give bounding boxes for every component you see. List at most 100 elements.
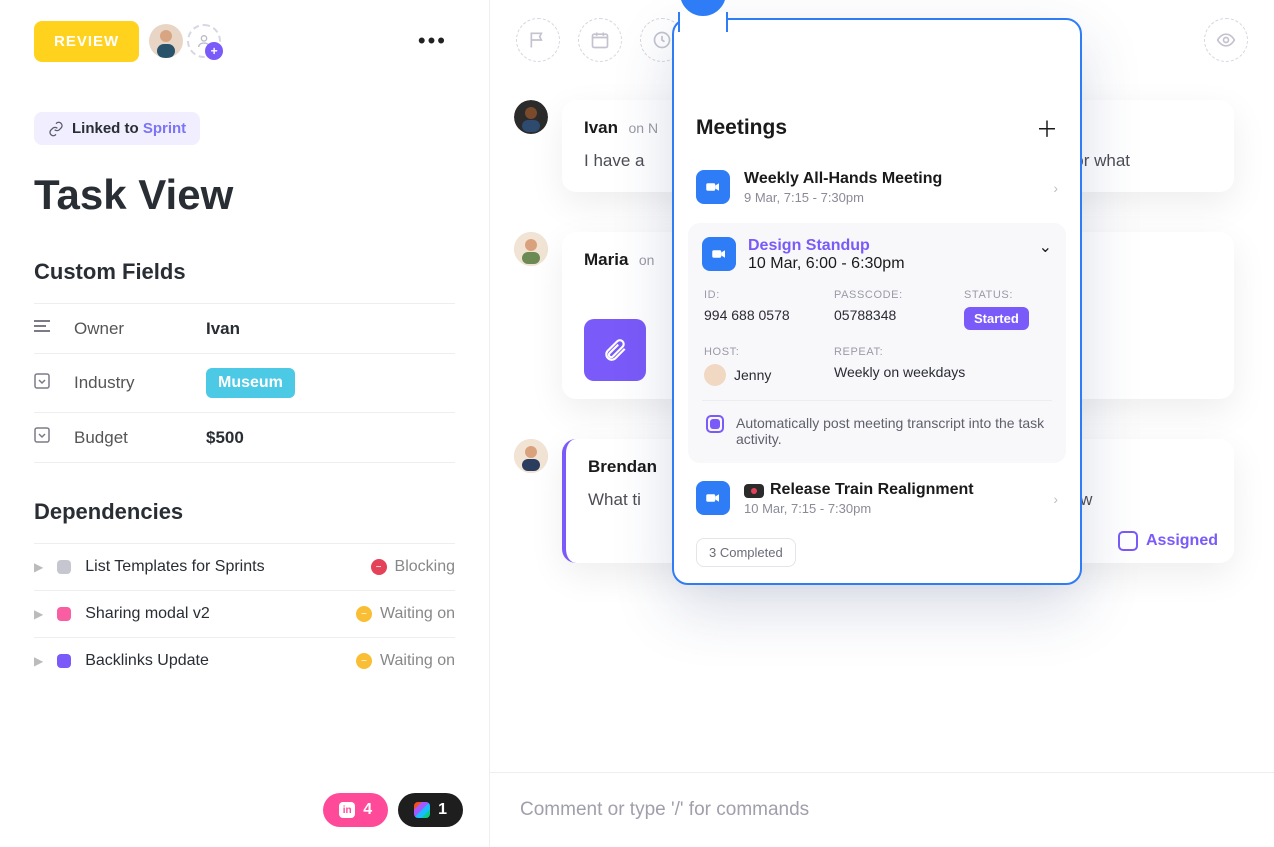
attachment-icon[interactable] [584,319,646,381]
field-label: Industry [74,373,184,393]
meeting-item[interactable]: Weekly All-Hands Meeting 9 Mar, 7:15 - 7… [674,158,1080,217]
flag-button[interactable] [516,18,560,62]
zoom-icon [696,481,730,515]
dependencies-heading: Dependencies [34,499,455,525]
custom-fields-heading: Custom Fields [34,259,455,285]
host-label: HOST: [704,346,814,358]
blocking-icon: − [371,559,387,575]
comment-author: Maria [584,250,628,269]
meeting-repeat: Weekly on weekdays [834,364,1052,386]
waiting-icon: − [356,606,372,622]
zoom-icon [702,237,736,271]
calendar-button[interactable] [578,18,622,62]
assigned-toggle[interactable]: Assigned [1118,531,1218,551]
assignee-avatar[interactable] [149,24,183,58]
figma-icon [414,802,430,818]
avatar[interactable] [514,439,548,473]
zoom-icon [696,170,730,204]
dependency-row[interactable]: ▶ List Templates for Sprints −Blocking [34,543,455,590]
avatar[interactable] [514,232,548,266]
avatar[interactable] [514,100,548,134]
dep-name: List Templates for Sprints [85,558,264,576]
meeting-item-expanded: Design Standup 10 Mar, 6:00 - 6:30pm ⌄ I… [688,223,1066,463]
meeting-passcode: 05788348 [834,307,944,330]
host-avatar [704,364,726,386]
waiting-icon: − [356,653,372,669]
more-menu-button[interactable]: ••• [410,20,455,62]
field-label: Owner [74,319,184,339]
field-budget[interactable]: Budget $500 [34,412,455,463]
transcript-text: Automatically post meeting transcript in… [736,415,1048,447]
chevron-right-icon: › [1053,180,1058,196]
meeting-title: Release Train Realignment [744,481,974,499]
comment-time: on N [628,120,658,136]
meetings-title: Meetings [696,116,787,140]
chevron-right-icon: ▶ [34,560,43,574]
meeting-title: Weekly All-Hands Meeting [744,170,942,188]
attachment-chips: in 4 1 [323,793,463,827]
repeat-label: REPEAT: [834,346,944,358]
linked-sprint-tag[interactable]: Linked to Sprint [34,112,200,145]
dropdown-field-icon [34,373,52,394]
chevron-right-icon: ▶ [34,654,43,668]
review-status-button[interactable]: REVIEW [34,21,139,62]
comment-author: Ivan [584,118,618,137]
dropdown-field-icon [34,427,52,448]
status-label: STATUS: [964,289,1052,301]
chevron-down-icon[interactable]: ⌄ [1039,237,1052,257]
meeting-id: 994 688 0578 [704,307,814,330]
field-owner[interactable]: Owner Ivan [34,303,455,353]
custom-fields-list: Owner Ivan Industry Museum Budget $500 [34,303,455,463]
chevron-right-icon: › [1053,491,1058,507]
add-meeting-button[interactable]: ＋ [1036,112,1058,144]
page-title: Task View [34,171,455,219]
completed-count[interactable]: 3 Completed [696,538,796,567]
figma-count: 1 [438,801,447,819]
linked-prefix: Linked to [72,120,143,137]
assigned-label: Assigned [1146,532,1218,550]
transcript-toggle[interactable]: Automatically post meeting transcript in… [702,400,1052,449]
owner-field-icon [34,318,52,339]
id-label: ID: [704,289,814,301]
passcode-label: PASSCODE: [834,289,944,301]
dep-status: Blocking [395,558,455,576]
watch-button[interactable] [1204,18,1248,62]
dep-status: Waiting on [380,652,455,670]
field-industry[interactable]: Industry Museum [34,353,455,412]
status-badge: Started [964,307,1029,330]
comment-author: Brendan [588,457,657,476]
invision-chip[interactable]: in 4 [323,793,388,827]
linked-target: Sprint [143,120,186,137]
add-assignee-button[interactable]: + [187,24,221,58]
meeting-title[interactable]: Design Standup [748,237,1027,255]
industry-tag[interactable]: Museum [206,368,295,398]
dep-status: Waiting on [380,605,455,623]
field-value: Ivan [206,319,240,339]
meeting-date: 9 Mar, 7:15 - 7:30pm [744,190,942,205]
dep-status-square [57,654,71,668]
recording-icon [744,484,764,498]
dep-status-square [57,607,71,621]
chevron-right-icon: ▶ [34,607,43,621]
meeting-date: 10 Mar, 6:00 - 6:30pm [748,255,1027,273]
dep-name: Sharing modal v2 [85,605,210,623]
comment-time: on [639,252,655,268]
meeting-date: 10 Mar, 7:15 - 7:30pm [744,501,974,516]
link-icon [48,121,64,137]
meeting-host: Jenny [704,364,814,386]
invision-count: 4 [363,801,372,819]
field-label: Budget [74,428,184,448]
dep-name: Backlinks Update [85,652,209,670]
dep-status-square [57,560,71,574]
checkbox-checked-icon [706,415,724,433]
meetings-popover: Meetings ＋ Weekly All-Hands Meeting 9 Ma… [672,18,1082,585]
meeting-item[interactable]: Release Train Realignment 10 Mar, 7:15 -… [674,469,1080,528]
figma-chip[interactable]: 1 [398,793,463,827]
comment-input[interactable]: Comment or type '/' for commands [490,772,1274,847]
dependency-row[interactable]: ▶ Backlinks Update −Waiting on [34,637,455,684]
dependency-row[interactable]: ▶ Sharing modal v2 −Waiting on [34,590,455,637]
invision-icon: in [339,802,355,818]
field-value: $500 [206,428,244,448]
left-header: REVIEW + ••• [34,20,455,62]
plus-badge-icon: + [205,42,223,60]
